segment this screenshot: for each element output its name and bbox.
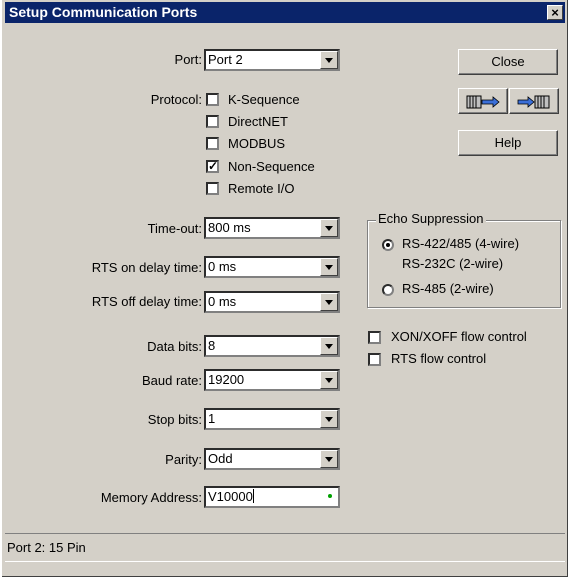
echo-suppression-title: Echo Suppression — [376, 211, 486, 226]
chevron-down-icon[interactable] — [320, 51, 338, 69]
memory-address-label: Memory Address: — [100, 490, 202, 505]
baud-rate-label: Baud rate: — [142, 373, 202, 388]
rts-off-label: RTS off delay time: — [91, 294, 202, 309]
checkbox-xon-xoff[interactable] — [368, 331, 381, 344]
help-button[interactable]: Help — [458, 130, 558, 156]
checkbox-label-remote-io: Remote I/O — [228, 181, 295, 196]
checkbox-modbus[interactable] — [206, 137, 219, 150]
radio-rs422-485-4wire[interactable] — [382, 239, 394, 251]
checkbox-k-sequence[interactable] — [206, 93, 219, 106]
write-to-plc-icon — [517, 95, 550, 109]
data-bits-value: 8 — [208, 338, 216, 353]
rts-off-value: 0 ms — [208, 294, 237, 309]
timeout-value: 800 ms — [208, 220, 251, 235]
checkbox-rts-flow[interactable] — [368, 353, 381, 366]
timeout-label: Time-out: — [147, 221, 202, 236]
stop-bits-label: Stop bits: — [147, 412, 202, 427]
parity-select[interactable]: Odd — [204, 448, 340, 470]
parity-label: Parity: — [165, 452, 202, 467]
port-label: Port: — [174, 52, 202, 67]
baud-rate-select[interactable]: 19200 — [204, 369, 340, 391]
memory-address-value: V10000 — [208, 489, 253, 504]
data-bits-label: Data bits: — [147, 339, 202, 354]
port-value: Port 2 — [208, 52, 243, 67]
timeout-select[interactable]: 800 ms — [204, 217, 340, 239]
parity-value: Odd — [208, 451, 233, 466]
protocol-label: Protocol: — [150, 92, 202, 107]
stop-bits-select[interactable]: 1 — [204, 408, 340, 430]
radio-label-rs485-2wire: RS-485 (2-wire) — [402, 281, 494, 296]
chevron-down-icon[interactable] — [320, 219, 338, 237]
status-bar-lower — [5, 561, 565, 575]
status-bar: Port 2: 15 Pin — [5, 533, 565, 561]
chevron-down-icon[interactable] — [320, 258, 338, 276]
rts-off-select[interactable]: 0 ms — [204, 291, 340, 313]
chevron-down-icon[interactable] — [320, 450, 338, 468]
memory-address-input[interactable]: V10000 — [204, 486, 340, 508]
stop-bits-value: 1 — [208, 411, 216, 426]
status-text: Port 2: 15 Pin — [7, 540, 86, 555]
rts-on-select[interactable]: 0 ms — [204, 256, 340, 278]
checkbox-label-directnet: DirectNET — [228, 114, 288, 129]
checkbox-non-sequence[interactable]: ✓ — [206, 160, 219, 173]
checkbox-label-k-sequence: K-Sequence — [228, 92, 300, 107]
window-title: Setup Communication Ports — [9, 4, 198, 20]
checkbox-directnet[interactable] — [206, 115, 219, 128]
checkbox-remote-io[interactable] — [206, 182, 219, 195]
close-button[interactable]: Close — [458, 49, 558, 75]
checkbox-label-rts-flow: RTS flow control — [391, 351, 487, 366]
data-bits-select[interactable]: 8 — [204, 335, 340, 357]
read-from-plc-button[interactable] — [458, 88, 508, 114]
title-bar: Setup Communication Ports × — [5, 2, 565, 23]
rts-on-label: RTS on delay time: — [91, 260, 202, 275]
baud-rate-value: 19200 — [208, 372, 245, 387]
chevron-down-icon[interactable] — [320, 371, 338, 389]
rts-on-value: 0 ms — [208, 259, 237, 274]
chevron-down-icon[interactable] — [320, 410, 338, 428]
valid-indicator-icon — [328, 494, 332, 498]
chevron-down-icon[interactable] — [320, 293, 338, 311]
close-window-icon[interactable]: × — [547, 5, 563, 20]
checkbox-label-modbus: MODBUS — [228, 136, 286, 151]
radio-rs485-2wire[interactable] — [382, 284, 394, 296]
radio-label-rs422-485: RS-422/485 (4-wire) — [402, 236, 520, 251]
write-to-plc-button[interactable] — [509, 88, 559, 114]
radio-label-rs232c: RS-232C (2-wire) — [402, 256, 504, 271]
setup-comm-ports-dialog: Setup Communication Ports × Port: Port 2… — [2, 0, 568, 577]
port-select[interactable]: Port 2 — [204, 49, 340, 71]
read-from-plc-icon — [466, 95, 500, 109]
checkbox-label-xon-xoff: XON/XOFF flow control — [391, 329, 527, 344]
chevron-down-icon[interactable] — [320, 337, 338, 355]
text-cursor — [252, 489, 254, 503]
checkbox-label-non-sequence: Non-Sequence — [228, 159, 315, 174]
